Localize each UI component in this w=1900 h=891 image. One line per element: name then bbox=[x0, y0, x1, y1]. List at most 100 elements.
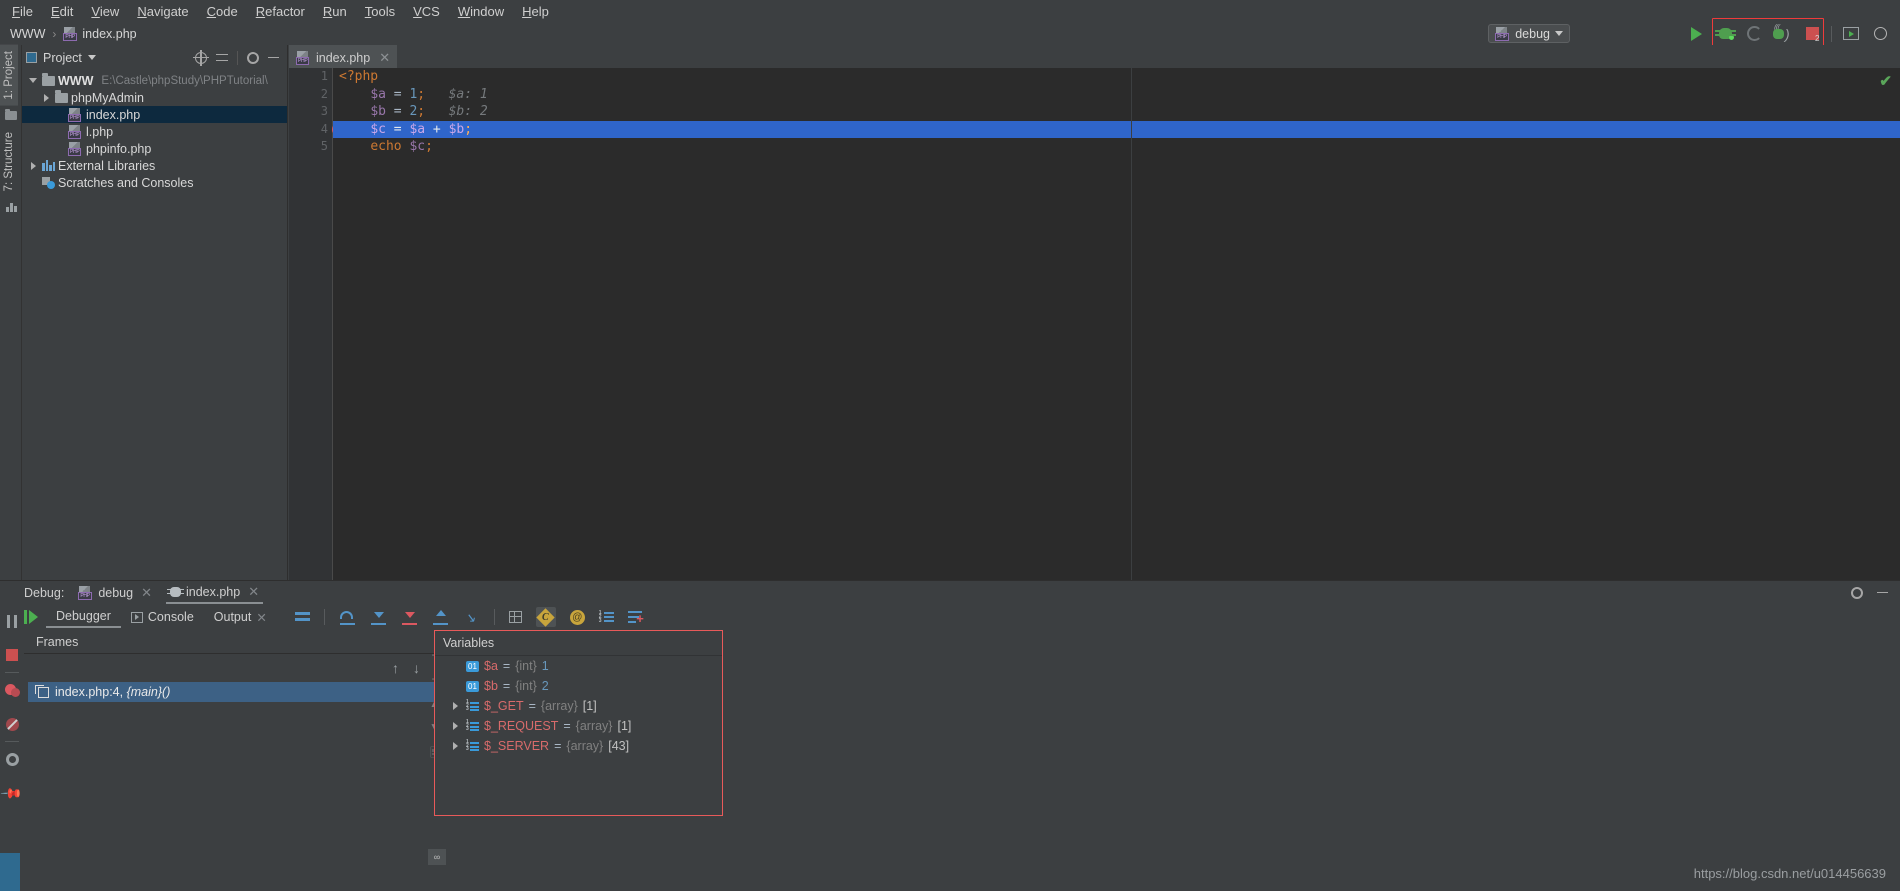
stop-session-button[interactable] bbox=[0, 638, 24, 672]
menu-item-window[interactable]: Window bbox=[450, 2, 512, 21]
editor-code[interactable]: <?php $a = 1; $a: 1 $b = 2; $b: 2 $c = $… bbox=[333, 68, 1900, 580]
stop-button[interactable] bbox=[1802, 24, 1822, 44]
menu-item-tools[interactable]: Tools bbox=[357, 2, 403, 21]
code-line-5[interactable]: echo $c; bbox=[333, 138, 1900, 156]
chevron-right-icon[interactable] bbox=[451, 701, 461, 711]
variable-name: $a bbox=[484, 659, 498, 673]
int-icon: 01 bbox=[466, 681, 479, 692]
gear-icon[interactable] bbox=[247, 52, 259, 64]
arrow-up-icon[interactable]: ↑ bbox=[392, 660, 399, 676]
code-line-2[interactable]: $a = 1; $a: 1 bbox=[333, 86, 1900, 104]
chevron-right-icon[interactable] bbox=[42, 93, 52, 103]
favorites-icon[interactable] bbox=[0, 106, 22, 126]
menu-item-help[interactable]: Help bbox=[514, 2, 557, 21]
line-number-3[interactable]: 3 bbox=[289, 103, 332, 121]
menu-item-vcs[interactable]: VCS bbox=[405, 2, 448, 21]
preview-button[interactable] bbox=[1841, 24, 1861, 44]
tree-node-scratches-and-consoles[interactable]: Scratches and Consoles bbox=[22, 174, 287, 191]
sidebar-item-project[interactable]: 1: Project bbox=[0, 45, 18, 106]
chevron-right-icon[interactable] bbox=[451, 721, 461, 731]
collapse-all-icon[interactable] bbox=[216, 52, 228, 64]
variable-row[interactable]: 01$b={int}2 bbox=[435, 676, 722, 696]
tab-console[interactable]: Console bbox=[121, 607, 204, 627]
evaluate-expression-icon[interactable] bbox=[509, 611, 522, 623]
step-over-icon[interactable] bbox=[339, 610, 356, 625]
close-icon[interactable]: ✕ bbox=[141, 585, 152, 601]
mute-breakpoints-icon[interactable] bbox=[295, 612, 310, 623]
menu-item-run[interactable]: Run bbox=[315, 2, 355, 21]
step-into-icon[interactable] bbox=[370, 610, 387, 625]
search-button[interactable] bbox=[1870, 24, 1890, 44]
chevron-down-icon[interactable] bbox=[29, 76, 39, 86]
line-number-2[interactable]: 2 bbox=[289, 86, 332, 104]
chevron-right-icon[interactable] bbox=[451, 741, 461, 751]
hide-panel-icon[interactable] bbox=[1877, 592, 1888, 594]
debug-session-tab[interactable]: debug ✕ bbox=[74, 583, 156, 603]
inspection-status-icon[interactable]: ✔ bbox=[1879, 72, 1892, 90]
tab-debugger[interactable]: Debugger bbox=[46, 606, 121, 628]
chevron-right-icon[interactable] bbox=[29, 161, 39, 171]
pin-tab-button[interactable]: 📌 bbox=[0, 776, 24, 810]
breadcrumb-index-php[interactable]: index.php bbox=[63, 27, 136, 41]
line-number-4[interactable]: 4 bbox=[289, 121, 332, 139]
collapse-toggle-button[interactable]: ∞ bbox=[428, 849, 446, 865]
tree-node-index-php[interactable]: index.php bbox=[22, 106, 287, 123]
menu-item-file[interactable]: File bbox=[4, 2, 41, 21]
tree-node-www[interactable]: WWWE:\Castle\phpStudy\PHPTutorial\ bbox=[22, 72, 287, 89]
menu-item-refactor[interactable]: Refactor bbox=[248, 2, 313, 21]
force-step-into-icon[interactable] bbox=[401, 610, 418, 625]
watches-icon[interactable]: C bbox=[536, 607, 556, 627]
run-to-cursor-icon[interactable]: ↘ bbox=[463, 610, 480, 625]
run-button[interactable] bbox=[1686, 24, 1706, 44]
close-icon[interactable]: ✕ bbox=[248, 584, 259, 600]
view-breakpoints-button[interactable] bbox=[0, 673, 24, 707]
tree-node-phpinfo-php[interactable]: phpinfo.php bbox=[22, 140, 287, 157]
menu-item-navigate[interactable]: Navigate bbox=[129, 2, 196, 21]
pause-button[interactable] bbox=[0, 604, 24, 638]
menu-item-edit[interactable]: Edit bbox=[43, 2, 81, 21]
show-values-inline-icon[interactable]: 123 bbox=[599, 611, 614, 623]
variable-row[interactable]: 01$a={int}1 bbox=[435, 656, 722, 676]
frame-row[interactable]: index.php:4, {main}() bbox=[28, 682, 434, 702]
variable-row[interactable]: 123$_SERVER={array}[43] bbox=[435, 736, 722, 756]
sidebar-item-structure[interactable]: 7: Structure bbox=[0, 126, 18, 197]
listen-debug-connections-button[interactable]: ((() bbox=[1773, 24, 1793, 44]
code-line-4[interactable]: $c = $a + $b; bbox=[333, 121, 1900, 139]
breadcrumb-www[interactable]: WWW bbox=[10, 27, 45, 41]
tab-output[interactable]: Output ✕ bbox=[204, 607, 277, 628]
resume-program-icon[interactable] bbox=[24, 610, 40, 624]
arrow-down-icon[interactable]: ↓ bbox=[413, 660, 420, 676]
frame-icon bbox=[38, 687, 49, 698]
bars-icon[interactable] bbox=[0, 197, 22, 217]
step-out-icon[interactable] bbox=[432, 610, 449, 625]
add-watch-icon[interactable]: + bbox=[628, 611, 644, 623]
code-line-1[interactable]: <?php bbox=[333, 68, 1900, 86]
tree-node-l-php[interactable]: l.php bbox=[22, 123, 287, 140]
chevron-down-icon[interactable] bbox=[88, 55, 96, 60]
debug-button[interactable] bbox=[1715, 24, 1735, 44]
editor-tab-index-php[interactable]: index.php ✕ bbox=[289, 45, 397, 68]
gear-icon[interactable] bbox=[1851, 587, 1863, 599]
run-configuration-selector[interactable]: debug bbox=[1488, 24, 1570, 43]
debug-settings-button[interactable] bbox=[0, 742, 24, 776]
tree-node-phpmyadmin[interactable]: phpMyAdmin bbox=[22, 89, 287, 106]
close-icon[interactable]: ✕ bbox=[379, 50, 390, 66]
line-number-5[interactable]: 5 bbox=[289, 138, 332, 156]
editor-area: index.php ✕ 12345 <?php $a = 1; $a: 1 $b… bbox=[289, 45, 1900, 580]
variable-row[interactable]: 123$_REQUEST={array}[1] bbox=[435, 716, 722, 736]
mute-breakpoints-button[interactable] bbox=[0, 707, 24, 741]
editor-body[interactable]: 12345 <?php $a = 1; $a: 1 $b = 2; $b: 2 … bbox=[289, 68, 1900, 580]
debug-file-tab[interactable]: index.php ✕ bbox=[166, 582, 263, 604]
line-number-1[interactable]: 1 bbox=[289, 68, 332, 86]
menu-item-code[interactable]: Code bbox=[199, 2, 246, 21]
menu-item-view[interactable]: View bbox=[83, 2, 127, 21]
variable-row[interactable]: 123$_GET={array}[1] bbox=[435, 696, 722, 716]
scroll-from-source-icon[interactable] bbox=[195, 52, 207, 64]
tree-node-external-libraries[interactable]: External Libraries bbox=[22, 157, 287, 174]
editor-gutter[interactable]: 12345 bbox=[289, 68, 333, 580]
hide-panel-icon[interactable] bbox=[268, 57, 279, 59]
close-icon[interactable]: ✕ bbox=[256, 610, 266, 625]
rerun-button[interactable] bbox=[1744, 24, 1764, 44]
settings-icon[interactable]: @ bbox=[570, 610, 585, 625]
code-line-3[interactable]: $b = 2; $b: 2 bbox=[333, 103, 1900, 121]
